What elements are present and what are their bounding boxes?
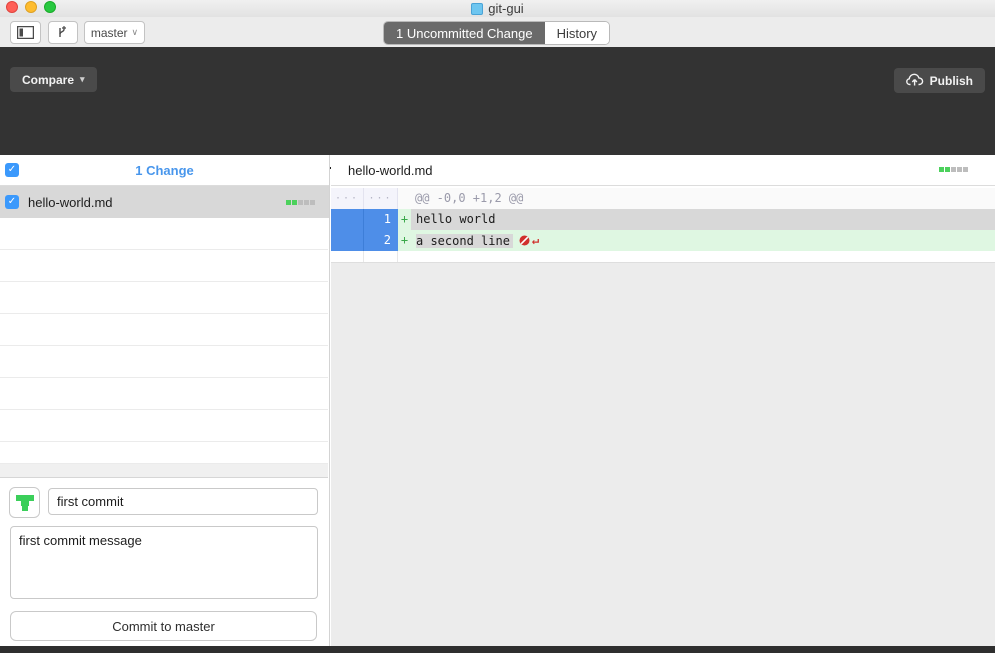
create-branch-button[interactable]	[48, 21, 78, 44]
branch-dropdown[interactable]: master ∨	[84, 21, 145, 44]
changes-panel: ✓ 1 Change ✓ hello-world.md	[0, 155, 330, 646]
view-segmented-control: 1 Uncommitted Change History	[383, 21, 610, 45]
file-name-label: hello-world.md	[28, 195, 286, 210]
diff-line-1[interactable]: 1 + hello world	[331, 209, 995, 230]
diff-table: ··· ··· @@ -0,0 +1,2 @@ 1 + hello world …	[331, 188, 995, 262]
chevron-down-icon: ∨	[132, 27, 139, 38]
commit-button[interactable]: Commit to master	[10, 611, 317, 641]
toolbar: master ∨ 1 Uncommitted Change History	[0, 17, 995, 47]
diff-line-text: hello world	[411, 209, 995, 230]
diff-header: hello-world.md	[331, 155, 995, 186]
file-checkbox[interactable]: ✓	[5, 195, 19, 209]
list-row-empty	[0, 282, 328, 314]
diff-file-name: hello-world.md	[348, 163, 433, 178]
tab-history[interactable]: History	[545, 22, 609, 44]
list-row-empty	[0, 346, 328, 378]
no-newline-icon: ↵	[519, 230, 539, 251]
diff-blank-row	[331, 251, 995, 262]
tab-uncommitted-label: 1 Uncommitted Change	[396, 26, 533, 41]
old-line-number-gutter[interactable]	[331, 230, 364, 251]
commit-box: first commit message Commit to master	[0, 477, 328, 646]
new-line-number-gutter[interactable]: 1	[364, 209, 398, 230]
diff-line-text: a second line ↵	[411, 230, 995, 251]
chevron-down-icon: ▾	[80, 74, 85, 85]
sidebar-icon	[17, 26, 34, 39]
diff-line-2[interactable]: 2 + a second line ↵	[331, 230, 995, 251]
app-window: git-gui master ∨	[0, 0, 995, 653]
file-list	[0, 218, 328, 464]
publish-label: Publish	[930, 74, 973, 88]
titlebar: git-gui	[0, 0, 995, 17]
changes-header: ✓ 1 Change	[0, 155, 329, 186]
diff-panel: hello-world.md ··· ··· @@ -0,0 +1,2 @@ 1…	[331, 155, 995, 646]
list-row-empty	[0, 250, 328, 282]
branch-plus-icon	[56, 25, 70, 40]
hunk-gutter-new: ···	[364, 188, 398, 209]
main-content: ✓ 1 Change ✓ hello-world.md	[0, 155, 995, 646]
window-title: git-gui	[0, 1, 995, 16]
selected-text: a second line	[416, 234, 513, 248]
branch-bar: Compare ▾ Publish master	[0, 47, 995, 155]
avatar	[9, 487, 40, 518]
commit-summary-input[interactable]	[48, 488, 318, 515]
commit-description-input[interactable]: first commit message	[10, 526, 318, 599]
list-row-empty	[0, 410, 328, 442]
hunk-header-row: ··· ··· @@ -0,0 +1,2 @@	[331, 188, 995, 209]
window-title-text: git-gui	[488, 1, 523, 16]
cloud-upload-icon	[906, 73, 924, 89]
hunk-gutter-old: ···	[331, 188, 364, 209]
hunk-sign-gutter	[398, 188, 411, 209]
diffstat-icon	[286, 200, 315, 205]
changed-file-row[interactable]: ✓ hello-world.md	[0, 186, 329, 218]
added-sign: +	[398, 209, 411, 230]
branch-dropdown-label: master	[91, 26, 128, 40]
bottom-window-edge	[0, 646, 995, 653]
list-row-empty	[0, 218, 328, 250]
file-list-footer	[0, 464, 328, 477]
list-row-empty	[0, 442, 328, 464]
compare-button[interactable]: Compare ▾	[10, 67, 97, 92]
toggle-sidebar-button[interactable]	[10, 21, 41, 44]
diffstat-icon	[939, 167, 968, 172]
tab-history-label: History	[557, 26, 597, 41]
new-line-number-gutter[interactable]: 2	[364, 230, 398, 251]
identicon	[14, 492, 36, 514]
list-row-empty	[0, 314, 328, 346]
changes-count-label: 1 Change	[0, 163, 329, 178]
added-sign: +	[398, 230, 411, 251]
list-row-empty	[0, 378, 328, 410]
tab-uncommitted-changes[interactable]: 1 Uncommitted Change	[384, 22, 545, 44]
app-proxy-icon	[471, 3, 483, 15]
old-line-number-gutter[interactable]	[331, 209, 364, 230]
diff-empty-area	[331, 262, 995, 646]
publish-button[interactable]: Publish	[894, 68, 985, 93]
compare-label: Compare	[22, 73, 74, 87]
hunk-header-text: @@ -0,0 +1,2 @@	[411, 188, 995, 209]
